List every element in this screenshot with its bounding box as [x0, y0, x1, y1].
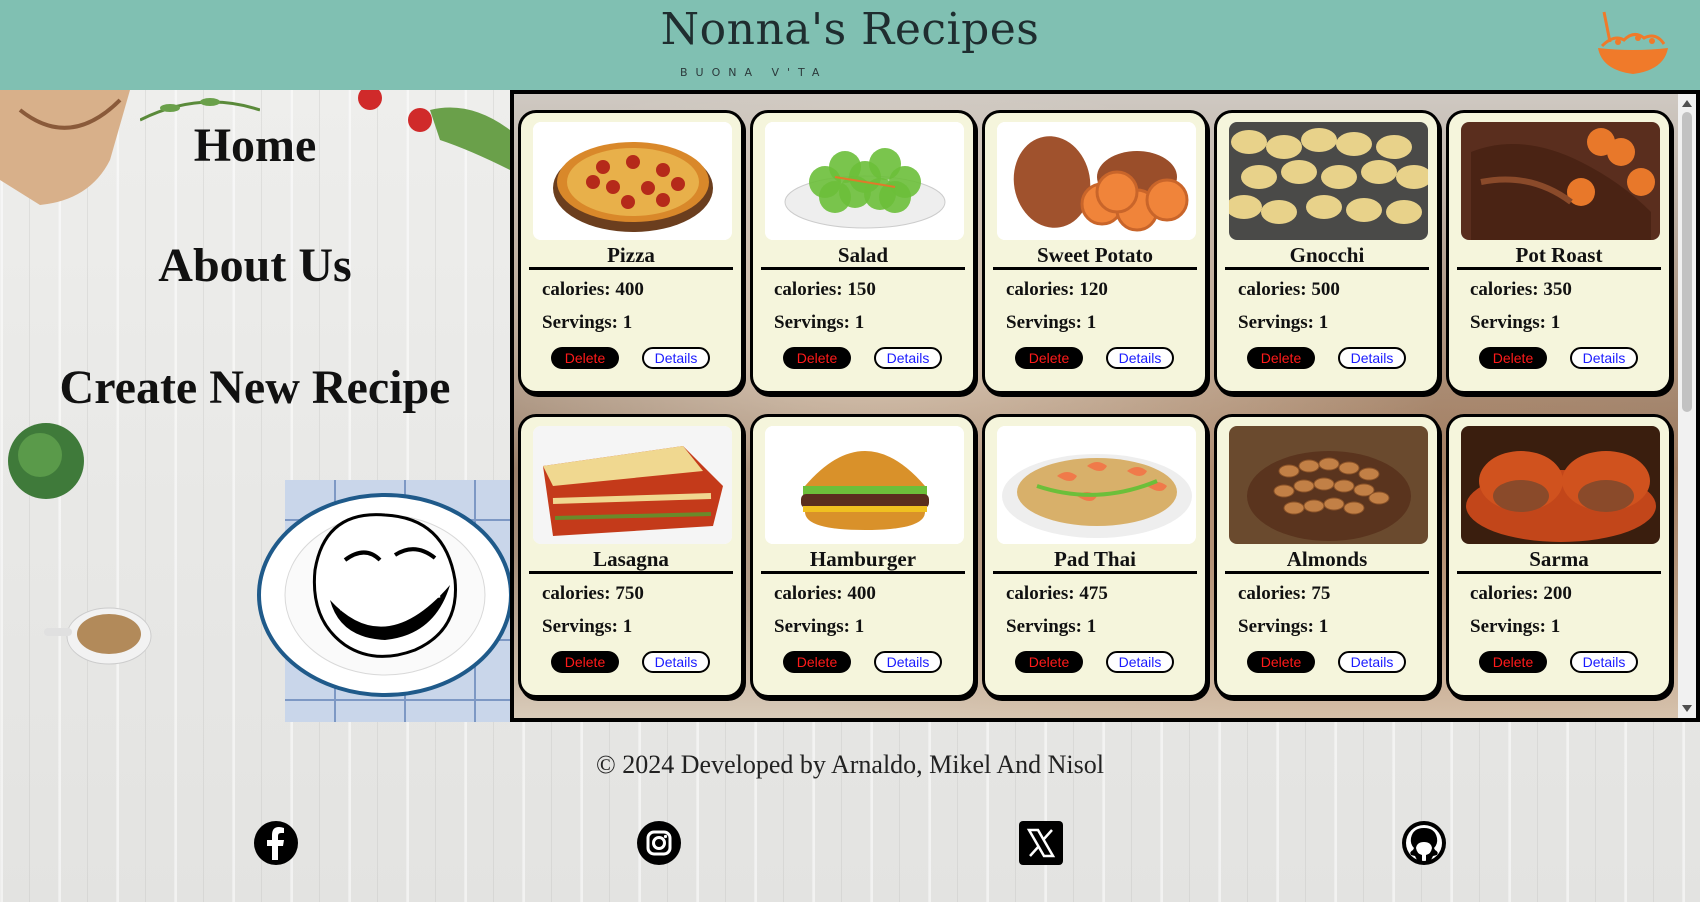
nav-home[interactable]: Home — [0, 118, 510, 173]
recipe-title: Almonds — [1225, 546, 1429, 574]
recipe-image — [1461, 426, 1660, 544]
recipe-card[interactable]: Gnocchi calories: 500 Servings: 1 Delete Det… — [1214, 110, 1440, 394]
recipe-servings: Servings: 1 — [774, 616, 865, 637]
recipe-title: Salad — [761, 242, 965, 270]
github-icon[interactable] — [1401, 820, 1447, 866]
recipe-title: Sweet Potato — [993, 242, 1197, 270]
recipe-title: Gnocchi — [1225, 242, 1429, 270]
plant-decoration-icon — [8, 423, 84, 499]
sidebar: Home About Us Create New Recipe — [0, 90, 510, 722]
x-twitter-icon[interactable] — [1018, 820, 1064, 866]
recipe-title: Pad Thai — [993, 546, 1197, 574]
recipe-card[interactable]: Pizza calories: 400 Servings: 1 Delete Detai… — [518, 110, 744, 394]
details-button[interactable]: Details — [874, 347, 942, 369]
recipe-calories: calories: 200 — [1470, 583, 1572, 604]
recipe-servings: Servings: 1 — [1470, 312, 1561, 333]
details-button[interactable]: Details — [1570, 651, 1638, 673]
delete-button[interactable]: Delete — [783, 651, 851, 673]
recipe-calories: calories: 500 — [1238, 279, 1340, 300]
recipe-list-panel[interactable]: Pizza calories: 400 Servings: 1 Delete Detai… — [510, 90, 1700, 722]
site-header: Nonna's Recipes BUONA V'TA — [0, 0, 1700, 90]
details-button[interactable]: Details — [642, 651, 710, 673]
recipe-servings: Servings: 1 — [542, 312, 633, 333]
recipe-image — [997, 426, 1196, 544]
recipe-card[interactable]: Pad Thai calories: 475 Servings: 1 Delete De… — [982, 414, 1208, 698]
recipe-card[interactable]: Pot Roast calories: 350 Servings: 1 Delete D… — [1446, 110, 1672, 394]
nav-create-new-recipe[interactable]: Create New Recipe — [0, 360, 510, 415]
recipe-card[interactable]: Sweet Potato calories: 120 Servings: 1 Dele… — [982, 110, 1208, 394]
recipe-image — [997, 122, 1196, 240]
site-tagline: BUONA V'TA — [680, 66, 828, 79]
nav-about-us[interactable]: About Us — [0, 238, 510, 293]
instagram-icon[interactable] — [636, 820, 682, 866]
recipe-calories: calories: 400 — [774, 583, 876, 604]
delete-button[interactable]: Delete — [1247, 347, 1315, 369]
recipe-calories: calories: 750 — [542, 583, 644, 604]
recipe-servings: Servings: 1 — [1470, 616, 1561, 637]
bowl-logo-icon[interactable] — [1594, 8, 1672, 78]
recipe-card[interactable]: Almonds calories: 75 Servings: 1 Delete Deta… — [1214, 414, 1440, 698]
recipe-image — [533, 426, 732, 544]
recipe-grid: Pizza calories: 400 Servings: 1 Delete Detai… — [518, 110, 1672, 698]
recipe-calories: calories: 120 — [1006, 279, 1108, 300]
recipe-servings: Servings: 1 — [542, 616, 633, 637]
details-button[interactable]: Details — [874, 651, 942, 673]
delete-button[interactable]: Delete — [551, 347, 619, 369]
recipe-servings: Servings: 1 — [1238, 312, 1329, 333]
footer-copyright: © 2024 Developed by Arnaldo, Mikel And N… — [596, 750, 1104, 779]
recipe-calories: calories: 75 — [1238, 583, 1331, 604]
recipe-title: Lasagna — [529, 546, 733, 574]
delete-button[interactable]: Delete — [783, 347, 851, 369]
recipe-title: Pizza — [529, 242, 733, 270]
delete-button[interactable]: Delete — [1479, 347, 1547, 369]
facebook-icon[interactable] — [253, 820, 299, 866]
recipe-title: Hamburger — [761, 546, 965, 574]
recipe-servings: Servings: 1 — [1006, 616, 1097, 637]
recipe-calories: calories: 400 — [542, 279, 644, 300]
recipe-image — [1461, 122, 1660, 240]
delete-button[interactable]: Delete — [1247, 651, 1315, 673]
recipe-servings: Servings: 1 — [1238, 616, 1329, 637]
recipe-card[interactable]: Lasagna calories: 750 Servings: 1 Delete Det… — [518, 414, 744, 698]
details-button[interactable]: Details — [1338, 347, 1406, 369]
recipe-servings: Servings: 1 — [774, 312, 865, 333]
recipe-image — [1229, 426, 1428, 544]
scroll-up-arrow-icon[interactable] — [1682, 100, 1692, 107]
site-title: Nonna's Recipes — [660, 4, 1040, 55]
scroll-down-arrow-icon[interactable] — [1682, 705, 1692, 712]
recipe-title: Sarma — [1457, 546, 1661, 574]
recipe-card[interactable]: Sarma calories: 200 Servings: 1 Delete Detai… — [1446, 414, 1672, 698]
recipe-image — [765, 122, 964, 240]
recipe-image — [533, 122, 732, 240]
delete-button[interactable]: Delete — [1015, 347, 1083, 369]
recipe-card[interactable]: Hamburger calories: 400 Servings: 1 Delete D… — [750, 414, 976, 698]
details-button[interactable]: Details — [642, 347, 710, 369]
recipe-image — [765, 426, 964, 544]
delete-button[interactable]: Delete — [1015, 651, 1083, 673]
details-button[interactable]: Details — [1570, 347, 1638, 369]
scrollbar[interactable] — [1678, 94, 1696, 718]
recipe-calories: calories: 350 — [1470, 279, 1572, 300]
coffee-cup-icon — [44, 607, 152, 665]
details-button[interactable]: Details — [1106, 347, 1174, 369]
recipe-title: Pot Roast — [1457, 242, 1661, 270]
recipe-card[interactable]: Salad calories: 150 Servings: 1 Delete Detai… — [750, 110, 976, 394]
details-button[interactable]: Details — [1338, 651, 1406, 673]
recipe-calories: calories: 150 — [774, 279, 876, 300]
recipe-calories: calories: 475 — [1006, 583, 1108, 604]
recipe-image — [1229, 122, 1428, 240]
recipe-servings: Servings: 1 — [1006, 312, 1097, 333]
details-button[interactable]: Details — [1106, 651, 1174, 673]
delete-button[interactable]: Delete — [551, 651, 619, 673]
plate-troll-face-icon — [257, 480, 510, 722]
delete-button[interactable]: Delete — [1479, 651, 1547, 673]
scroll-thumb[interactable] — [1682, 112, 1692, 412]
